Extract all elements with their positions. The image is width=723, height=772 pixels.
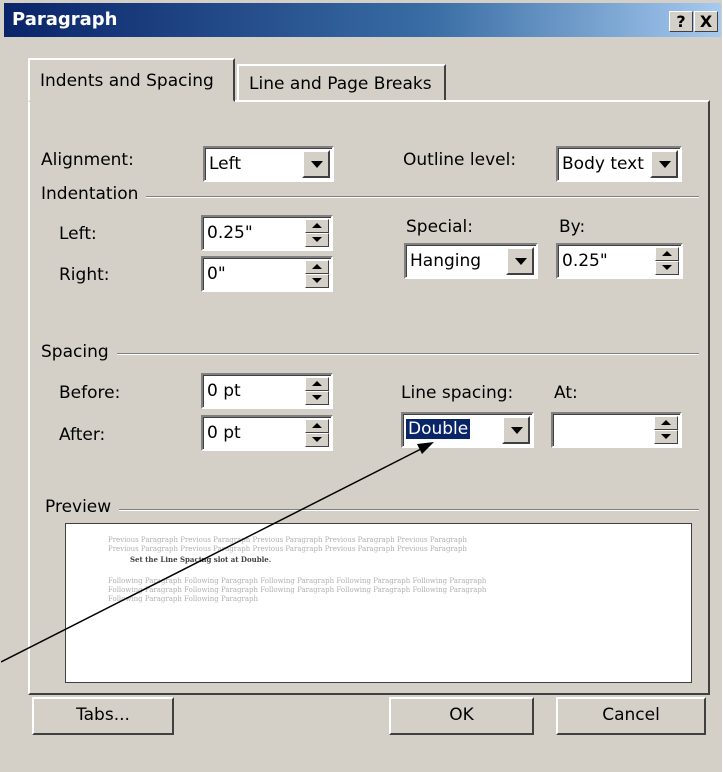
tab-indents-and-spacing[interactable]: Indents and Spacing <box>28 58 235 102</box>
annotation-arrow-icon <box>1 442 434 663</box>
paragraph-dialog: Paragraph ? X Indents and Spacing Line a… <box>0 0 722 772</box>
